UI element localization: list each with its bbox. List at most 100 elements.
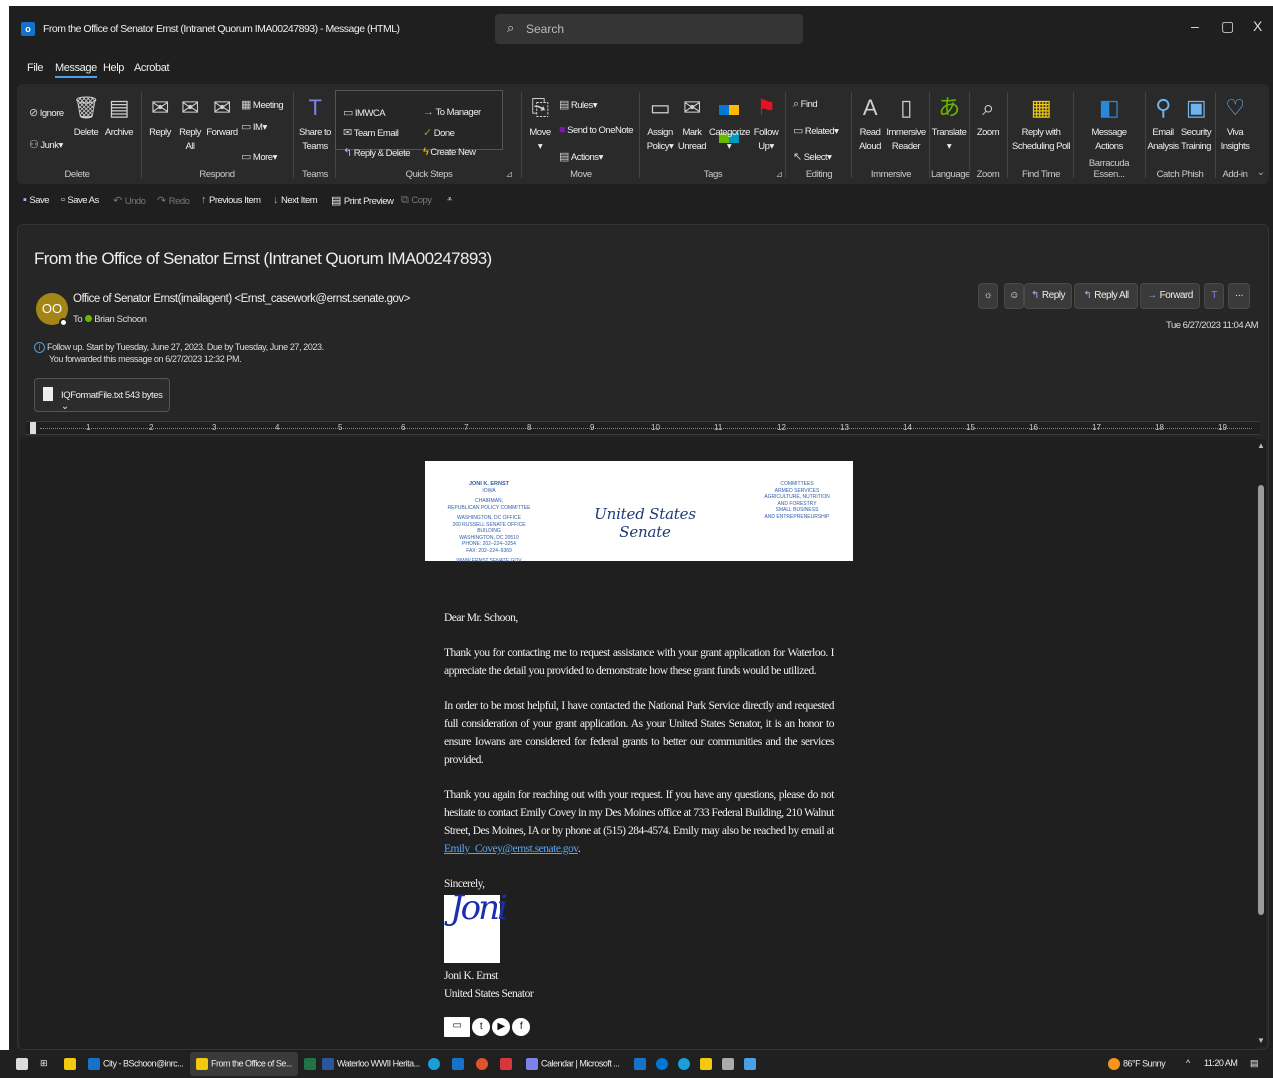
security-training-button[interactable]: ▣ Security Training bbox=[1179, 94, 1213, 154]
create-new-quickstep[interactable]: ϟ Create New bbox=[423, 146, 476, 158]
viva-insights-button[interactable]: ♡ Viva Insights bbox=[1217, 94, 1253, 154]
imwca-quickstep[interactable]: ▭ IMWCA bbox=[343, 106, 386, 119]
team-email-quickstep[interactable]: ✉ Team Email bbox=[343, 126, 399, 139]
taskbar-word[interactable]: Waterloo WWII Herita... bbox=[322, 1058, 420, 1070]
previous-item-button[interactable]: ↑ Previous Item bbox=[201, 194, 261, 206]
sun-icon[interactable]: ☼ bbox=[978, 283, 998, 309]
task-view-icon[interactable]: ⊞ bbox=[40, 1058, 48, 1069]
search-box[interactable]: ⌕ Search bbox=[495, 14, 803, 44]
app-icon-8[interactable] bbox=[744, 1058, 759, 1070]
categorize-button[interactable]: Categorize ▾ bbox=[709, 94, 750, 154]
junk-button[interactable]: ⚇ Junk▾ bbox=[29, 138, 63, 151]
taskbar-outlook-2[interactable]: From the Office of Se... bbox=[196, 1058, 292, 1070]
redo-button[interactable]: ↷ Redo bbox=[157, 194, 190, 207]
message-actions-button[interactable]: ◧ Message Actions bbox=[1075, 94, 1143, 154]
app-icon-7[interactable] bbox=[722, 1058, 737, 1070]
scroll-thumb[interactable] bbox=[1258, 485, 1264, 915]
tray-chevron-icon[interactable]: ^ bbox=[1186, 1058, 1190, 1068]
meeting-button[interactable]: ▦ Meeting bbox=[241, 98, 284, 111]
tab-help[interactable]: Help bbox=[103, 62, 124, 74]
more-options-icon[interactable]: ··· bbox=[1228, 283, 1250, 309]
weather-widget[interactable]: 86°F Sunny bbox=[1108, 1058, 1166, 1070]
next-item-button[interactable]: ↓ Next Item bbox=[273, 194, 318, 206]
follow-up-button[interactable]: ⚑ Follow Up▾ bbox=[751, 94, 781, 154]
vertical-scrollbar[interactable]: ▲ ▼ bbox=[1256, 439, 1266, 1047]
forward-action-button[interactable]: → Forward bbox=[1140, 283, 1200, 309]
tab-message[interactable]: Message bbox=[55, 62, 97, 78]
reply-action-button[interactable]: ↰ Reply bbox=[1024, 283, 1072, 309]
website-icon[interactable]: ▭ bbox=[444, 1017, 470, 1037]
emoji-icon[interactable]: ☺ bbox=[1004, 283, 1024, 309]
translate-button[interactable]: あ Translate ▾ bbox=[931, 94, 967, 154]
restore-button[interactable]: ▢ bbox=[1221, 18, 1234, 35]
rules-button[interactable]: ▤ Rules▾ bbox=[559, 98, 597, 111]
delete-button[interactable]: 🗑 Delete bbox=[71, 94, 101, 140]
acrobat-icon[interactable] bbox=[500, 1058, 515, 1070]
reply-scheduling-poll-button[interactable]: ▦ Reply with Scheduling Poll bbox=[1011, 94, 1071, 154]
done-quickstep[interactable]: ✓ Done bbox=[423, 126, 455, 139]
assign-policy-button[interactable]: ▭ Assign Policy▾ bbox=[645, 94, 675, 154]
sender[interactable]: Office of Senator Ernst(imailagent) <Ern… bbox=[73, 293, 410, 305]
app-icon-2[interactable] bbox=[452, 1058, 467, 1070]
select-button[interactable]: ↖ Select▾ bbox=[793, 150, 832, 163]
chrome-icon[interactable] bbox=[428, 1058, 443, 1070]
start-icon[interactable] bbox=[16, 1058, 31, 1070]
app-icon-3[interactable] bbox=[476, 1058, 491, 1070]
related-button[interactable]: ▭ Related▾ bbox=[793, 124, 839, 137]
message-body[interactable]: JONI K. ERNST IOWA CHAIRMAN, REPUBLICAN … bbox=[20, 437, 1256, 1049]
attachment-chip[interactable]: IQFormatFile.txt 543 bytes ⌄ bbox=[34, 378, 170, 412]
ribbon-collapse-icon[interactable]: ⌄ bbox=[1257, 167, 1265, 178]
notifications-icon[interactable]: ▤ bbox=[1250, 1058, 1259, 1069]
reply-all-action-button[interactable]: ↰ Reply All bbox=[1074, 283, 1138, 309]
move-button[interactable]: ⎘ Move ▾ bbox=[525, 94, 555, 154]
save-as-button[interactable]: ▫ Save As bbox=[61, 194, 99, 206]
app-icon-4[interactable] bbox=[634, 1058, 649, 1070]
immersive-reader-button[interactable]: ▯ Immersive Reader bbox=[885, 94, 927, 154]
find-button[interactable]: ⌕ Find bbox=[793, 98, 818, 111]
scroll-down-icon[interactable]: ▼ bbox=[1257, 1036, 1265, 1045]
print-preview-button[interactable]: ▤ Print Preview bbox=[331, 194, 394, 207]
more-button[interactable]: ▭ More▾ bbox=[241, 150, 277, 163]
reply-all-button[interactable]: ✉ Reply All bbox=[175, 94, 205, 154]
archive-button[interactable]: ▤ Archive bbox=[103, 94, 135, 140]
share-to-teams-button[interactable]: T Share to Teams bbox=[297, 94, 333, 154]
teams-share-icon[interactable]: T bbox=[1204, 283, 1224, 309]
mark-unread-button[interactable]: ✉ Mark Unread bbox=[677, 94, 707, 154]
ignore-button[interactable]: ⊘ Ignore bbox=[29, 106, 64, 119]
copy-button[interactable]: ⧉ Copy bbox=[401, 194, 432, 207]
facebook-icon[interactable]: f bbox=[512, 1018, 530, 1036]
scroll-up-icon[interactable]: ▲ bbox=[1257, 441, 1265, 450]
forward-button[interactable]: ✉ Forward bbox=[205, 94, 239, 140]
actions-button[interactable]: ▤ Actions▾ bbox=[559, 150, 603, 163]
to-manager-quickstep[interactable]: → To Manager bbox=[423, 106, 481, 118]
recipient-name[interactable]: Brian Schoon bbox=[94, 314, 147, 325]
youtube-icon[interactable]: ▶ bbox=[492, 1018, 510, 1036]
customize-qat-icon[interactable]: ⩡ bbox=[447, 194, 452, 205]
undo-button[interactable]: ↶ Undo bbox=[113, 194, 146, 207]
close-button[interactable]: X bbox=[1253, 18, 1262, 34]
tab-acrobat[interactable]: Acrobat bbox=[134, 62, 170, 74]
twitter-icon[interactable]: t bbox=[472, 1018, 490, 1036]
email-analysis-button[interactable]: ⚲ Email Analysis bbox=[1147, 94, 1179, 154]
zoom-button[interactable]: ⌕ Zoom bbox=[971, 94, 1005, 140]
send-to-onenote-button[interactable]: ■ Send to OneNote bbox=[559, 124, 634, 136]
file-explorer-icon[interactable] bbox=[64, 1058, 79, 1070]
dialog-launcher-icon[interactable]: ⊿ bbox=[775, 169, 783, 180]
ruler-indent-marker[interactable] bbox=[30, 422, 36, 434]
taskbar-outlook-1[interactable]: City - BSchoon@inrc... bbox=[88, 1058, 184, 1070]
reply-delete-quickstep[interactable]: ↰ Reply & Delete bbox=[343, 146, 411, 159]
taskbar-calendar[interactable]: Calendar | Microsoft ... bbox=[526, 1058, 620, 1070]
excel-icon[interactable] bbox=[304, 1058, 319, 1070]
onedrive-icon[interactable] bbox=[656, 1058, 671, 1070]
reply-button[interactable]: ✉ Reply bbox=[145, 94, 175, 140]
save-button[interactable]: ▪ Save bbox=[23, 194, 50, 206]
read-aloud-button[interactable]: A Read Aloud bbox=[855, 94, 885, 154]
email-link[interactable]: Emily_Covey@ernst.senate.gov bbox=[444, 843, 578, 855]
clock[interactable]: 11:20 AM bbox=[1204, 1058, 1238, 1068]
tab-file[interactable]: File bbox=[27, 62, 44, 74]
im-button[interactable]: ▭ IM▾ bbox=[241, 120, 267, 133]
app-icon-6[interactable] bbox=[700, 1058, 715, 1070]
app-icon-5[interactable] bbox=[678, 1058, 693, 1070]
dialog-launcher-icon[interactable]: ⊿ bbox=[505, 169, 513, 180]
minimize-button[interactable]: – bbox=[1191, 18, 1199, 34]
